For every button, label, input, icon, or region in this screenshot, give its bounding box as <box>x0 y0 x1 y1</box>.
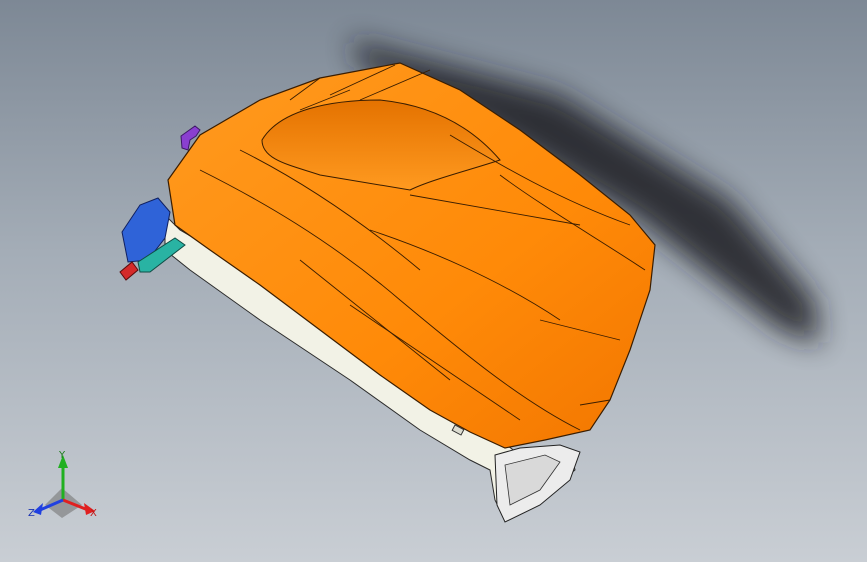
cad-graphics-viewport[interactable]: Y X Z <box>0 0 867 562</box>
axis-triad[interactable]: Y X Z <box>28 450 97 519</box>
triad-y-label: Y <box>58 450 66 461</box>
triad-z-label: Z <box>28 508 35 519</box>
red-tab[interactable] <box>119 261 139 281</box>
triad-x-label: X <box>90 508 97 519</box>
model-view[interactable]: Y X Z <box>0 0 867 562</box>
